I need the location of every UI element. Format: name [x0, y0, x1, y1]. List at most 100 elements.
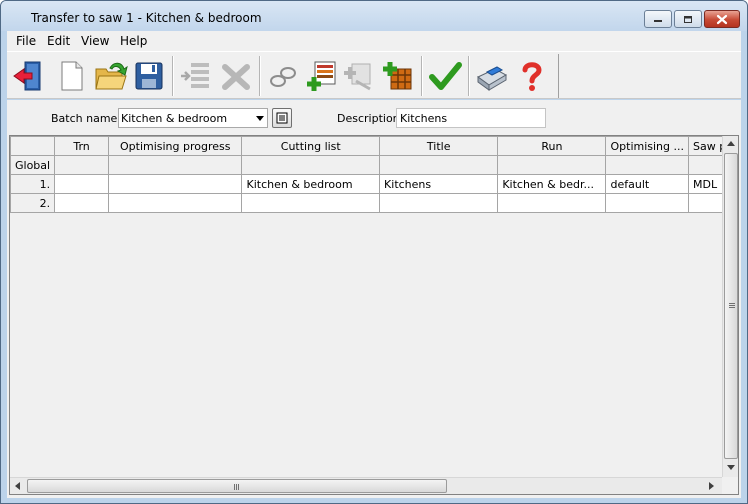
confirm-button[interactable]	[427, 58, 463, 94]
toolbar	[7, 51, 741, 99]
exit-button[interactable]	[11, 58, 47, 94]
help-button[interactable]	[514, 58, 550, 94]
column-header-optimising-params[interactable]: Optimising ...	[605, 136, 689, 156]
column-header-title[interactable]: Title	[379, 136, 499, 156]
table-cell[interactable]	[605, 193, 689, 213]
new-button[interactable]	[53, 58, 89, 94]
horizontal-scroll-thumb[interactable]	[27, 479, 447, 493]
confirm-check-icon	[429, 62, 462, 90]
table-cell[interactable]	[241, 155, 381, 175]
save-disk-icon	[135, 62, 163, 90]
close-button[interactable]	[704, 10, 740, 28]
chevron-down-icon[interactable]	[256, 116, 264, 121]
column-header-cutting-list[interactable]: Cutting list	[241, 136, 381, 156]
table-cell[interactable]	[241, 193, 381, 213]
table-row: 1. Kitchen & bedroom Kitchens Kitchen & …	[10, 174, 738, 194]
batch-name-label: Batch name	[51, 112, 118, 125]
add-board-button[interactable]	[380, 58, 416, 94]
menu-bar: File Edit View Help	[7, 31, 741, 51]
row-header[interactable]: Global	[10, 155, 56, 175]
menu-file[interactable]: File	[16, 34, 36, 48]
add-cutting-list-icon	[307, 61, 336, 91]
open-button[interactable]	[93, 58, 129, 94]
maximize-button[interactable]	[674, 10, 702, 28]
scroll-grip	[729, 303, 735, 304]
scroll-right-arrow-icon[interactable]	[709, 482, 715, 490]
toolbar-separator	[259, 56, 260, 96]
row-header[interactable]: 2.	[10, 193, 56, 213]
toolbar-separator	[172, 56, 173, 96]
title-bar[interactable]: Transfer to saw 1 - Kitchen & bedroom	[1, 1, 747, 31]
toolbar-separator	[421, 56, 422, 96]
add-cutting-list-button[interactable]	[304, 58, 340, 94]
description-value: Kitchens	[400, 112, 448, 125]
print-icon	[477, 66, 508, 91]
column-header-optimising-progress[interactable]: Optimising progress	[107, 136, 243, 156]
table-cell[interactable]	[107, 193, 243, 213]
column-header-trn[interactable]: Trn	[54, 136, 109, 156]
table-cell[interactable]	[54, 174, 109, 194]
batch-name-combo[interactable]: Kitchen & bedroom	[118, 108, 268, 128]
add-board-icon	[383, 62, 412, 90]
menu-view[interactable]: View	[81, 34, 109, 48]
main-content: Batch name Kitchen & bedroom Description…	[7, 100, 741, 498]
toolbar-separator	[468, 56, 469, 96]
table-cell[interactable]: Kitchen & bedr...	[497, 174, 607, 194]
column-header-run[interactable]: Run	[497, 136, 607, 156]
open-folder-icon	[95, 62, 128, 90]
scroll-down-arrow-icon[interactable]	[727, 465, 735, 471]
table-cell[interactable]: Kitchens	[379, 174, 499, 194]
table-cell[interactable]: Kitchen & bedroom	[241, 174, 381, 194]
edit-cutting-list-button[interactable]	[341, 58, 377, 94]
table-header-row: Trn Optimising progress Cutting list Tit…	[10, 136, 738, 156]
edit-cutting-list-icon	[344, 63, 371, 91]
help-icon	[522, 62, 542, 91]
minimize-button[interactable]	[644, 10, 672, 28]
scrollbar-corner	[722, 477, 738, 494]
table-cell[interactable]	[379, 193, 499, 213]
window-title: Transfer to saw 1 - Kitchen & bedroom	[31, 11, 262, 25]
menu-help[interactable]: Help	[120, 34, 147, 48]
table-cell[interactable]	[54, 193, 109, 213]
insert-row-button[interactable]	[178, 58, 214, 94]
table-cell[interactable]: default	[605, 174, 689, 194]
table-cell[interactable]	[497, 193, 607, 213]
vertical-scroll-thumb[interactable]	[724, 153, 738, 459]
table-cell[interactable]	[379, 155, 499, 175]
print-button[interactable]	[474, 58, 510, 94]
table-row-global: Global	[10, 155, 738, 175]
batch-name-value: Kitchen & bedroom	[121, 112, 228, 125]
scroll-up-arrow-icon[interactable]	[727, 141, 735, 147]
maximize-icon	[684, 15, 692, 23]
scroll-left-arrow-icon[interactable]	[15, 482, 21, 490]
exit-icon	[13, 61, 41, 91]
close-icon	[716, 14, 728, 24]
batch-browse-button[interactable]	[272, 108, 292, 128]
minimize-icon	[654, 20, 662, 22]
column-header-corner	[10, 136, 56, 156]
list-icon	[276, 112, 288, 124]
description-label: Description	[337, 112, 400, 125]
batch-table: Trn Optimising progress Cutting list Tit…	[10, 136, 738, 213]
table-cell[interactable]	[107, 155, 243, 175]
table-cell[interactable]	[54, 155, 109, 175]
toolbar-end-divider	[558, 54, 559, 98]
table-cell[interactable]	[605, 155, 689, 175]
menu-edit[interactable]: Edit	[47, 34, 70, 48]
vertical-scrollbar[interactable]	[722, 136, 738, 477]
delete-icon	[222, 64, 250, 90]
app-window: Transfer to saw 1 - Kitchen & bedroom Fi…	[0, 0, 748, 504]
link-icon	[270, 67, 296, 87]
row-header[interactable]: 1.	[10, 174, 56, 194]
horizontal-scrollbar[interactable]	[10, 477, 722, 494]
delete-button[interactable]	[218, 58, 254, 94]
description-field[interactable]: Kitchens	[396, 108, 546, 128]
new-document-icon	[61, 61, 83, 91]
link-button[interactable]	[265, 58, 301, 94]
save-button[interactable]	[131, 58, 167, 94]
table-cell[interactable]	[497, 155, 607, 175]
table-row: 2.	[10, 193, 738, 213]
table-cell[interactable]	[107, 174, 243, 194]
scroll-grip	[234, 484, 235, 490]
insert-row-icon	[181, 63, 209, 88]
